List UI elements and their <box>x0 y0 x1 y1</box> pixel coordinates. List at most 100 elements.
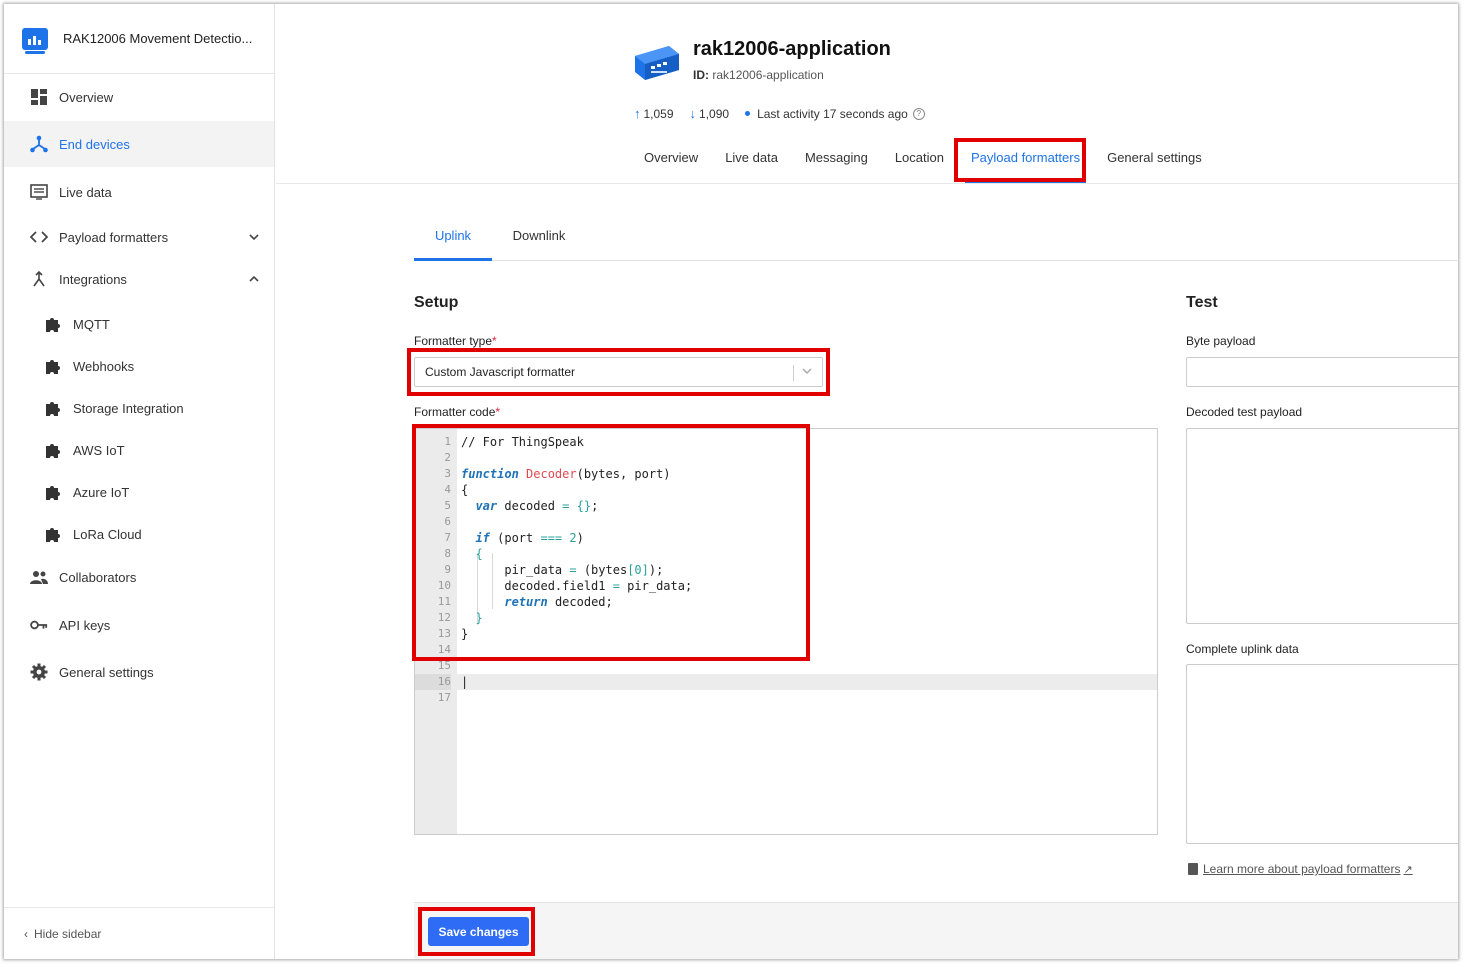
application-icon <box>22 27 48 54</box>
puzzle-icon <box>44 315 62 333</box>
gear-icon <box>30 663 48 681</box>
uplink-count-value: 1,059 <box>643 106 674 121</box>
learn-more-text: Learn more about payload formatters <box>1203 862 1401 876</box>
formatter-type-label: Formatter type* <box>414 334 497 348</box>
tab-general-settings[interactable]: General settings <box>1107 150 1202 182</box>
code-line: 17 <box>415 690 1157 706</box>
code-line: 2 <box>415 450 1157 466</box>
people-icon <box>30 568 48 586</box>
puzzle-icon <box>44 483 62 501</box>
hide-sidebar-label: Hide sidebar <box>34 926 102 941</box>
status-dot-icon <box>745 111 751 116</box>
chevron-left-icon: ‹ <box>24 926 28 941</box>
external-link-icon: ↗ <box>1403 863 1413 876</box>
code-line: 1// For ThingSpeak <box>415 434 1157 450</box>
code-line: 7 if (port === 2) <box>415 530 1157 546</box>
code-line: 4{ <box>415 482 1157 498</box>
sidebar-item-webhooks[interactable]: Webhooks <box>4 346 274 386</box>
sidebar-item-general-settings[interactable]: General settings <box>4 649 274 695</box>
sidebar-item-aws-iot[interactable]: AWS IoT <box>4 430 274 470</box>
line-number: 9 <box>444 563 451 576</box>
line-number: 17 <box>437 691 451 704</box>
tab-messaging[interactable]: Messaging <box>805 150 868 182</box>
arrow-down-icon: ↓ <box>689 106 697 121</box>
complete-uplink-data-label: Complete uplink data <box>1186 642 1299 656</box>
integrations-icon <box>30 270 48 288</box>
decoded-test-payload-label: Decoded test payload <box>1186 405 1303 419</box>
tab-location[interactable]: Location <box>895 150 944 182</box>
application-id-label: ID: <box>693 68 709 82</box>
puzzle-icon <box>44 441 62 459</box>
sidebar-item-label: LoRa Cloud <box>73 526 142 542</box>
sidebar-item-live-data[interactable]: Live data <box>4 169 274 215</box>
traffic-stats: ↑ 1,059 ↓ 1,090 Last activity 17 seconds a… <box>634 106 941 121</box>
last-activity: Last activity 17 seconds ago? <box>745 107 925 121</box>
formatter-type-select[interactable]: Custom Javascript formatter <box>414 357 823 387</box>
code-line: 8 { <box>415 546 1157 562</box>
sidebar-item-payload-formatters[interactable]: Payload formatters <box>4 214 274 260</box>
decoded-test-payload-output[interactable] <box>1186 428 1458 624</box>
line-number: 3 <box>444 467 451 480</box>
main-content: rak12006-application ID: rak12006-applic… <box>276 4 1458 959</box>
sidebar-item-end-devices[interactable]: End devices <box>4 121 274 167</box>
code-editor[interactable]: 1// For ThingSpeak 2 3 function Decoder(b… <box>414 428 1158 835</box>
sidebar-item-mqtt[interactable]: MQTT <box>4 304 274 344</box>
sidebar-item-label: Payload formatters <box>59 229 169 245</box>
arrow-up-icon: ↑ <box>634 106 641 121</box>
sidebar-item-label: End devices <box>59 136 130 152</box>
sidebar-item-integrations[interactable]: Integrations <box>4 256 274 302</box>
help-icon[interactable]: ? <box>912 107 925 120</box>
code-line-current: 16 | <box>415 674 1157 690</box>
chevron-down-icon <box>800 364 814 378</box>
downlink-count: ↓ 1,090 <box>690 106 730 121</box>
tab-overview[interactable]: Overview <box>644 150 698 182</box>
line-number: 5 <box>444 499 451 512</box>
code-line: 11 return decoded; <box>415 594 1157 610</box>
select-separator <box>793 365 794 381</box>
form-footer <box>414 902 1458 959</box>
byte-payload-input[interactable] <box>1186 357 1458 387</box>
formatter-direction-tabs: Uplink Downlink <box>414 228 1458 261</box>
complete-uplink-data-output[interactable] <box>1186 664 1458 844</box>
uplink-count: ↑ 1,059 <box>634 106 674 121</box>
code-line: 6 <box>415 514 1157 530</box>
line-number: 16 <box>415 674 451 690</box>
code-line: 13} <box>415 626 1157 642</box>
line-number: 15 <box>437 659 451 672</box>
sidebar-item-label: Live data <box>59 184 112 200</box>
formatter-type-label-text: Formatter type <box>414 334 493 348</box>
sidebar-item-overview[interactable]: Overview <box>4 74 274 120</box>
app-window: RAK12006 Movement Detectio... Overview E… <box>4 4 1458 959</box>
line-number: 12 <box>437 611 451 624</box>
hide-sidebar-button[interactable]: ‹ Hide sidebar <box>4 907 274 959</box>
line-number: 13 <box>437 627 451 640</box>
book-icon <box>1188 863 1198 875</box>
line-number: 1 <box>444 435 451 448</box>
sidebar-item-storage-integration[interactable]: Storage Integration <box>4 388 274 428</box>
save-button[interactable]: Save changes <box>428 917 529 946</box>
application-id-value: rak12006-application <box>712 68 824 82</box>
tab-downlink[interactable]: Downlink <box>509 228 569 260</box>
line-number: 6 <box>444 515 451 528</box>
chevron-down-icon[interactable] <box>246 229 262 245</box>
sidebar-item-lora-cloud[interactable]: LoRa Cloud <box>4 514 274 554</box>
line-number: 4 <box>444 483 451 496</box>
device-icon <box>633 42 681 82</box>
tab-payload-formatters[interactable]: Payload formatters <box>964 150 1087 183</box>
code-line: 3 function Decoder(bytes, port) <box>415 466 1157 482</box>
sidebar-item-collaborators[interactable]: Collaborators <box>4 554 274 600</box>
learn-more-link[interactable]: Learn more about payload formatters ↗ <box>1188 862 1413 876</box>
puzzle-icon <box>44 399 62 417</box>
sidebar-item-label: Webhooks <box>73 358 135 374</box>
sidebar-item-label: General settings <box>59 664 154 680</box>
sidebar-item-api-keys[interactable]: API keys <box>4 602 274 648</box>
setup-heading: Setup <box>414 294 459 311</box>
sidebar-header[interactable]: RAK12006 Movement Detectio... <box>4 4 274 74</box>
tab-live-data[interactable]: Live data <box>725 150 778 182</box>
formatter-code-label: Formatter code* <box>414 405 500 419</box>
sidebar-item-azure-iot[interactable]: Azure IoT <box>4 472 274 512</box>
sidebar-item-label: Collaborators <box>59 569 137 585</box>
chevron-up-icon[interactable] <box>246 271 262 287</box>
tab-uplink[interactable]: Uplink <box>414 228 492 261</box>
dashboard-icon <box>30 88 48 106</box>
